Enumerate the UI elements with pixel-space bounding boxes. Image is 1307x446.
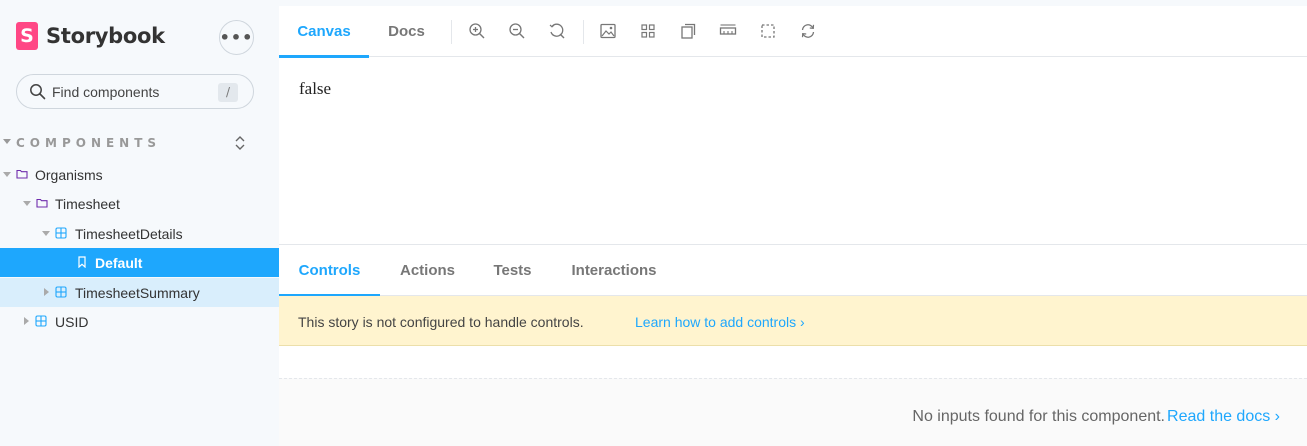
controls-notice: This story is not configured to handle c… (279, 296, 1307, 346)
outline-icon[interactable] (759, 22, 777, 40)
search-box[interactable]: / (16, 74, 254, 109)
bookmark-icon (78, 256, 86, 268)
grid-icon[interactable] (639, 22, 657, 40)
tree-item-label: TimesheetDetails (75, 226, 183, 242)
folder-icon (16, 169, 28, 179)
background-icon[interactable] (599, 22, 617, 40)
caret-down-icon (3, 139, 11, 144)
tree-item-usid[interactable]: USID (0, 307, 279, 336)
tab-interactions[interactable]: Interactions (550, 245, 678, 296)
tree-item-default-story[interactable]: Default (0, 248, 279, 277)
tab-docs[interactable]: Docs (369, 6, 444, 57)
toolbar-divider (583, 20, 584, 44)
zoom-out-icon[interactable] (508, 22, 526, 40)
storybook-brand[interactable]: S Storybook (16, 22, 165, 50)
addons-tab-bar: Controls Actions Tests Interactions (279, 245, 1307, 297)
tab-controls[interactable]: Controls (279, 245, 380, 297)
component-icon (55, 286, 67, 298)
empty-state-text: No inputs found for this component. (912, 408, 1165, 425)
learn-controls-link[interactable]: Learn how to add controls › (635, 314, 805, 330)
sidebar: S Storybook ••• / COMPONENTS Organisms T… (0, 0, 279, 446)
toolbar: Canvas Docs (279, 6, 1307, 58)
tree-item-label: Default (95, 255, 143, 271)
tab-actions[interactable]: Actions (380, 245, 475, 296)
components-section-header[interactable]: COMPONENTS (0, 133, 279, 155)
search-input[interactable] (52, 82, 222, 102)
tree-item-organisms[interactable]: Organisms (0, 160, 279, 189)
tab-canvas[interactable]: Canvas (279, 6, 369, 58)
notice-text: This story is not configured to handle c… (298, 314, 584, 330)
sidebar-menu-button[interactable]: ••• (219, 20, 254, 55)
viewport-icon[interactable] (679, 22, 697, 40)
zoom-reset-icon[interactable] (548, 22, 566, 40)
expand-collapse-icon[interactable] (234, 134, 246, 152)
tree-item-timesheet[interactable]: Timesheet (0, 189, 279, 218)
measure-icon[interactable] (719, 22, 737, 40)
tree-item-label: USID (55, 314, 89, 330)
story-output-text: false (299, 79, 332, 98)
main-panel: Canvas Docs false Controls Actions Tests… (279, 6, 1307, 446)
folder-icon (36, 198, 48, 208)
tree-item-label: Timesheet (55, 196, 120, 212)
tree-item-timesheetdetails[interactable]: TimesheetDetails (0, 219, 279, 248)
tree-item-label: TimesheetSummary (75, 285, 200, 301)
tree-item-label: Organisms (35, 167, 103, 183)
storybook-logo-icon: S (16, 22, 38, 50)
tree-item-timesheetsummary[interactable]: TimesheetSummary (0, 278, 279, 307)
component-icon (55, 227, 67, 239)
caret-down-icon (23, 201, 31, 206)
tab-tests[interactable]: Tests (475, 245, 550, 296)
addons-panel: Controls Actions Tests Interactions This… (279, 244, 1307, 446)
remount-icon[interactable] (799, 22, 817, 40)
section-title: COMPONENTS (16, 136, 162, 150)
search-icon (30, 84, 46, 100)
story-canvas[interactable]: false (279, 58, 1307, 244)
caret-right-icon (44, 288, 49, 296)
read-docs-link[interactable]: Read the docs › (1167, 408, 1280, 426)
caret-down-icon (42, 231, 50, 236)
brand-name: Storybook (46, 24, 165, 48)
empty-controls-state: No inputs found for this component. Read… (279, 378, 1307, 446)
search-shortcut-key: / (218, 83, 238, 102)
component-icon (35, 315, 47, 327)
caret-right-icon (24, 317, 29, 325)
caret-down-icon (3, 172, 11, 177)
zoom-in-icon[interactable] (468, 22, 486, 40)
toolbar-divider (451, 20, 452, 44)
